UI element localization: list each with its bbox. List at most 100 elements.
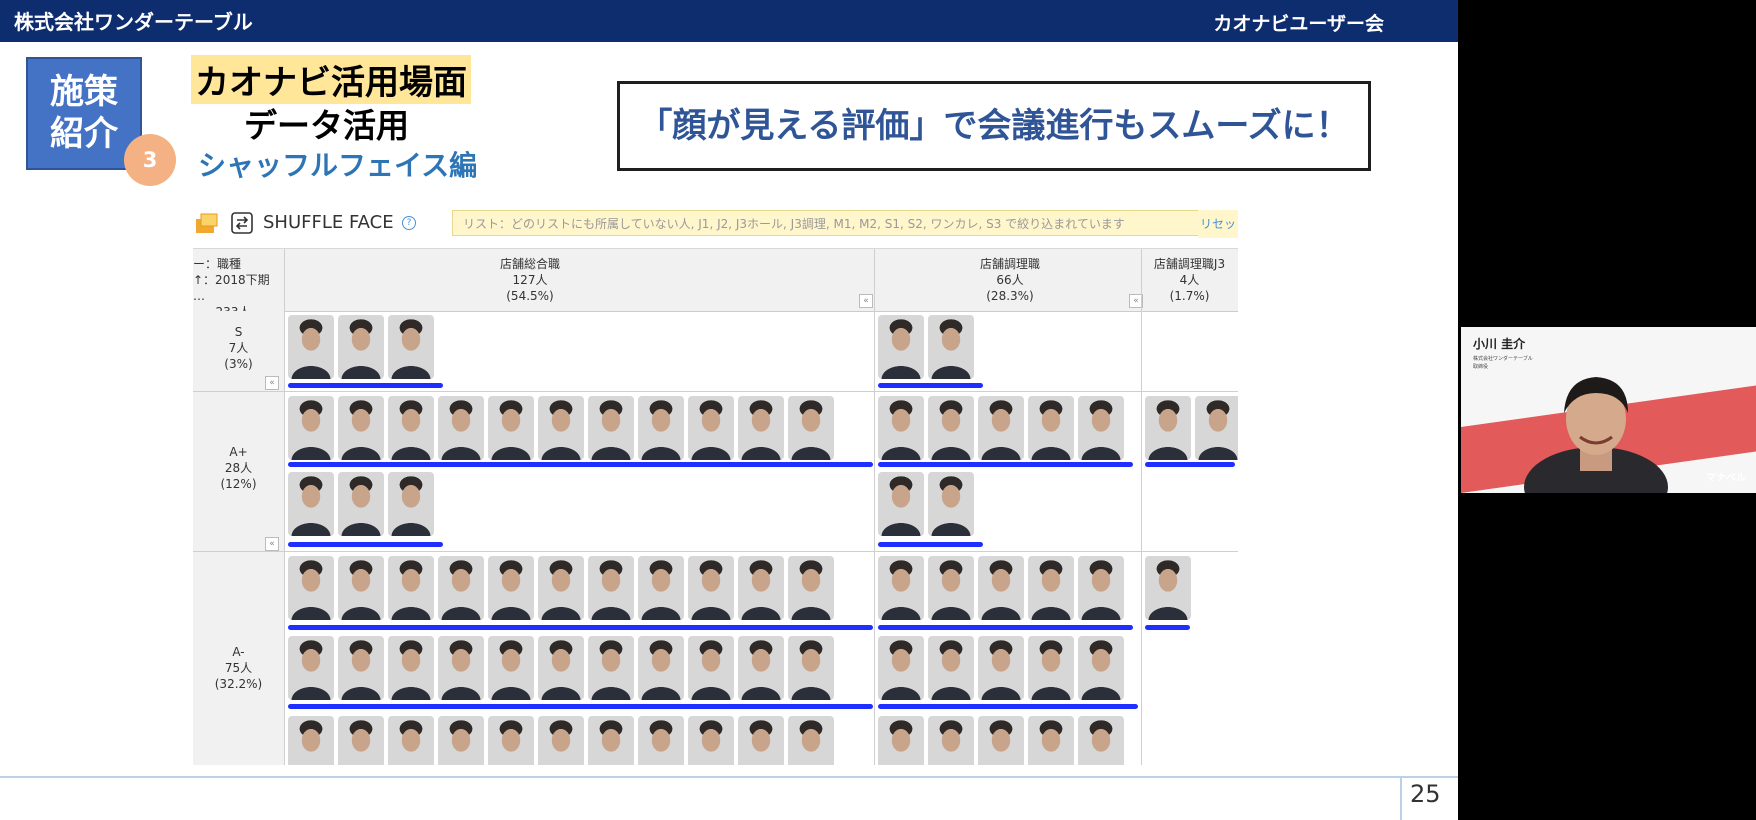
face-photo[interactable] [978,636,1024,700]
help-icon[interactable]: ? [402,216,416,230]
face-photo[interactable] [388,636,434,700]
face-photo[interactable] [338,636,384,700]
face-photo[interactable] [338,556,384,620]
face-photo[interactable] [538,396,584,460]
face-photo[interactable] [588,716,634,765]
face-photo[interactable] [878,472,924,536]
face-photo[interactable] [928,716,974,765]
face-photo[interactable] [388,315,434,379]
face-photo[interactable] [388,556,434,620]
face-photo[interactable] [1195,396,1238,460]
face-photo[interactable] [338,716,384,765]
face-photo[interactable] [738,556,784,620]
face-photo[interactable] [588,396,634,460]
face-photo[interactable] [438,716,484,765]
face-photo[interactable] [638,556,684,620]
face-photo[interactable] [538,556,584,620]
face-photo[interactable] [788,396,834,460]
face-photo[interactable] [1078,396,1124,460]
face-photo[interactable] [1028,636,1074,700]
collapse-row-icon[interactable]: « [265,376,279,390]
face-photo[interactable] [388,716,434,765]
face-photo[interactable] [288,472,334,536]
reset-link[interactable]: リセッ [1197,210,1238,238]
face-photo[interactable] [688,636,734,700]
shuffle-icon[interactable] [231,212,253,234]
grid-divider [193,551,1238,552]
face-photo[interactable] [928,556,974,620]
face-photo[interactable] [738,396,784,460]
face-photo[interactable] [288,556,334,620]
face-photo[interactable] [688,716,734,765]
face-photo[interactable] [738,716,784,765]
face-photo[interactable] [738,636,784,700]
face-photo[interactable] [1028,556,1074,620]
highlight-underline [878,704,1138,709]
face-photo[interactable] [538,636,584,700]
face-photo[interactable] [338,472,384,536]
highlight-underline [288,625,873,630]
face-photo[interactable] [388,472,434,536]
face-photo[interactable] [1078,716,1124,765]
face-photo[interactable] [1078,636,1124,700]
row-pct: (12%) [220,477,257,491]
face-photo[interactable] [288,636,334,700]
face-photo[interactable] [288,315,334,379]
face-photo[interactable] [388,396,434,460]
face-photo[interactable] [1028,396,1074,460]
highlight-underline [288,704,873,709]
row-grade: A- [232,645,245,659]
slide-header-bar: 株式会社ワンダーテーブル カオナビユーザー会 [0,0,1458,42]
face-photo[interactable] [1145,556,1191,620]
face-photo[interactable] [1145,396,1191,460]
footer-line [0,776,1458,778]
face-photo[interactable] [788,716,834,765]
face-photo[interactable] [928,636,974,700]
face-photo[interactable] [588,556,634,620]
face-photo[interactable] [638,396,684,460]
collapse-row-icon[interactable]: « [265,537,279,551]
face-photo[interactable] [338,396,384,460]
face-photo[interactable] [688,556,734,620]
face-photo[interactable] [878,396,924,460]
face-photo[interactable] [928,315,974,379]
face-photo[interactable] [788,636,834,700]
face-photo[interactable] [438,396,484,460]
face-photo[interactable] [978,396,1024,460]
video-logo: マナベル [1706,473,1746,484]
face-photo[interactable] [928,396,974,460]
speaker-name: 小川 圭介 [1473,337,1526,351]
face-photo[interactable] [288,716,334,765]
face-photo[interactable] [438,636,484,700]
face-photo[interactable] [488,556,534,620]
column-count: 66人 [996,273,1024,287]
face-photo[interactable] [878,636,924,700]
face-photo[interactable] [638,716,684,765]
speaker-company: 株式会社ワンダーテーブル [1473,356,1533,362]
shuffle-face-toolbar: SHUFFLE FACE ? リスト：どのリストにも所属していない人, J1, … [193,200,1238,249]
column-header: 店舗調理職 66人 (28.3%) [875,256,1145,304]
face-photo[interactable] [688,396,734,460]
face-photo[interactable] [638,636,684,700]
column-name: 店舗調理職 [979,257,1040,271]
face-photo[interactable] [788,556,834,620]
face-photo[interactable] [538,716,584,765]
face-photo[interactable] [488,636,534,700]
face-photo[interactable] [338,315,384,379]
collapse-column-icon[interactable]: « [859,294,873,308]
face-photo[interactable] [288,396,334,460]
face-photo[interactable] [928,472,974,536]
face-photo[interactable] [978,556,1024,620]
face-photo[interactable] [438,556,484,620]
face-photo[interactable] [878,716,924,765]
highlight-underline [288,462,873,467]
face-photo[interactable] [878,556,924,620]
face-photo[interactable] [978,716,1024,765]
face-photo[interactable] [488,396,534,460]
face-photo[interactable] [878,315,924,379]
face-photo[interactable] [1028,716,1074,765]
face-photo[interactable] [488,716,534,765]
face-photo[interactable] [1078,556,1124,620]
face-photo[interactable] [588,636,634,700]
highlight-underline [1145,462,1235,467]
